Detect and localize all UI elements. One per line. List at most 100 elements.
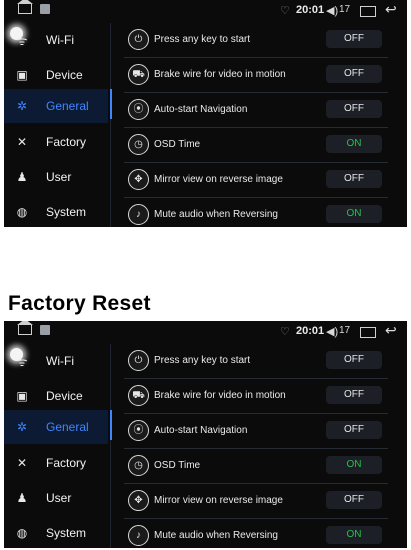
- setting-toggle[interactable]: OFF: [326, 421, 382, 439]
- mirror-icon: ✥: [128, 490, 149, 511]
- gear-icon: ✲: [16, 99, 28, 113]
- sidebar-item-general[interactable]: ✲ General: [4, 89, 108, 123]
- sidebar-border: [110, 23, 111, 227]
- wifi-icon: ᯤ: [16, 33, 28, 48]
- sidebar-border: [110, 344, 111, 548]
- status-bar: ♡ 20:01 ◀) 17 ↩: [4, 0, 407, 23]
- setting-label: Press any key to start: [154, 34, 251, 45]
- setting-toggle[interactable]: ON: [326, 456, 382, 474]
- active-indicator: [110, 89, 112, 119]
- car-icon: ⛟: [128, 385, 149, 406]
- status-time: 20:01: [296, 325, 325, 337]
- tools-icon: ✕: [16, 456, 28, 470]
- settings-list: ⏻ Press any key to start OFF ⛟ Brake wir…: [114, 344, 406, 548]
- screen-bottom: ♡ 20:01 ◀) 17 ↩ ᯤ Wi-Fi ▣ Device ✲ Gener…: [4, 321, 407, 548]
- setting-row[interactable]: ◷ OSD Time ON: [114, 449, 404, 484]
- sidebar-item-label: User: [46, 491, 72, 505]
- screen-top: ♡ 20:01 ◀) 17 ↩ ᯤ Wi-Fi ▣ Device ✲ Gener…: [4, 0, 407, 227]
- sidebar-item-label: Device: [46, 389, 83, 403]
- volume-level: 17: [339, 4, 351, 15]
- setting-toggle[interactable]: ON: [326, 205, 382, 223]
- device-icon: ▣: [16, 68, 28, 82]
- setting-row[interactable]: ⦿ Auto-start Navigation OFF: [114, 414, 404, 449]
- sidebar-item-label: System: [46, 526, 87, 540]
- sidebar-item-label: Wi-Fi: [46, 33, 74, 47]
- home-icon[interactable]: [17, 0, 33, 14]
- window-icon[interactable]: [360, 327, 376, 338]
- sidebar-item-wifi[interactable]: ᯤ Wi-Fi: [4, 23, 108, 57]
- setting-toggle[interactable]: OFF: [326, 351, 382, 369]
- section-heading: Factory Reset: [8, 292, 151, 315]
- setting-toggle[interactable]: OFF: [326, 386, 382, 404]
- window-icon[interactable]: [360, 6, 376, 17]
- setting-label: Mirror view on reverse image: [154, 495, 283, 506]
- car-icon: ⛟: [128, 64, 149, 85]
- back-icon[interactable]: ↩: [385, 322, 397, 339]
- setting-row[interactable]: ⏻ Press any key to start OFF: [114, 23, 404, 58]
- status-bar: ♡ 20:01 ◀) 17 ↩: [4, 321, 407, 344]
- setting-label: OSD Time: [154, 460, 201, 471]
- setting-row[interactable]: ♪ Mute audio when Reversing ON: [114, 519, 404, 548]
- tools-icon: ✕: [16, 135, 28, 149]
- gallery-icon: [40, 4, 50, 14]
- sidebar-item-wifi[interactable]: ᯤ Wi-Fi: [4, 344, 108, 378]
- setting-label: Brake wire for video in motion: [154, 390, 286, 401]
- setting-toggle[interactable]: OFF: [326, 65, 382, 83]
- mute-icon: ♪: [128, 204, 149, 225]
- sidebar-item-general[interactable]: ✲ General: [4, 410, 108, 444]
- setting-row[interactable]: ◷ OSD Time ON: [114, 128, 404, 163]
- setting-toggle[interactable]: ON: [326, 135, 382, 153]
- setting-label: Mirror view on reverse image: [154, 174, 283, 185]
- power-icon: ⏻: [128, 350, 149, 371]
- power-icon: ⏻: [128, 29, 149, 50]
- user-icon: ♟: [16, 491, 28, 505]
- status-time: 20:01: [296, 4, 325, 16]
- sidebar-item-factory[interactable]: ✕ Factory: [4, 446, 108, 480]
- setting-toggle[interactable]: OFF: [326, 100, 382, 118]
- setting-row[interactable]: ✥ Mirror view on reverse image OFF: [114, 163, 404, 198]
- sidebar-item-label: Factory: [46, 456, 87, 470]
- settings-list: ⏻ Press any key to start OFF ⛟ Brake wir…: [114, 23, 406, 227]
- setting-label: OSD Time: [154, 139, 201, 150]
- sidebar-item-device[interactable]: ▣ Device: [4, 58, 108, 92]
- back-icon[interactable]: ↩: [385, 1, 397, 18]
- home-icon[interactable]: [17, 321, 33, 335]
- sidebar-item-user[interactable]: ♟ User: [4, 481, 108, 515]
- setting-row[interactable]: ✥ Mirror view on reverse image OFF: [114, 484, 404, 519]
- setting-row[interactable]: ⏻ Press any key to start OFF: [114, 344, 404, 379]
- sidebar-item-factory[interactable]: ✕ Factory: [4, 125, 108, 159]
- sidebar-item-system[interactable]: ◍ System: [4, 516, 108, 548]
- setting-toggle[interactable]: ON: [326, 526, 382, 544]
- wifi-icon: ᯤ: [16, 354, 28, 369]
- user-icon: ♟: [16, 170, 28, 184]
- gallery-icon: [40, 325, 50, 335]
- setting-toggle[interactable]: OFF: [326, 491, 382, 509]
- sidebar-item-system[interactable]: ◍ System: [4, 195, 108, 227]
- setting-toggle[interactable]: OFF: [326, 30, 382, 48]
- setting-label: Mute audio when Reversing: [154, 530, 278, 541]
- setting-toggle[interactable]: OFF: [326, 170, 382, 188]
- location-icon: ⦿: [128, 420, 149, 441]
- volume-level: 17: [339, 325, 351, 336]
- gear-icon: ✲: [16, 420, 28, 434]
- clock-icon: ◷: [128, 134, 149, 155]
- setting-row[interactable]: ♪ Mute audio when Reversing ON: [114, 198, 404, 227]
- sidebar-item-label: Wi-Fi: [46, 354, 74, 368]
- sidebar-item-label: User: [46, 170, 72, 184]
- setting-row[interactable]: ⛟ Brake wire for video in motion OFF: [114, 58, 404, 93]
- sidebar-item-label: Device: [46, 68, 83, 82]
- setting-label: Auto-start Navigation: [154, 425, 248, 436]
- sidebar-item-label: General: [46, 420, 89, 434]
- wifi-status-icon: ♡: [280, 5, 290, 17]
- sidebar-item-device[interactable]: ▣ Device: [4, 379, 108, 413]
- setting-label: Auto-start Navigation: [154, 104, 248, 115]
- setting-row[interactable]: ⛟ Brake wire for video in motion OFF: [114, 379, 404, 414]
- sidebar-item-label: Factory: [46, 135, 87, 149]
- sidebar-item-label: General: [46, 99, 89, 113]
- mirror-icon: ✥: [128, 169, 149, 190]
- volume-icon: ◀): [326, 5, 339, 17]
- setting-label: Press any key to start: [154, 355, 251, 366]
- globe-icon: ◍: [16, 205, 28, 219]
- setting-row[interactable]: ⦿ Auto-start Navigation OFF: [114, 93, 404, 128]
- sidebar-item-user[interactable]: ♟ User: [4, 160, 108, 194]
